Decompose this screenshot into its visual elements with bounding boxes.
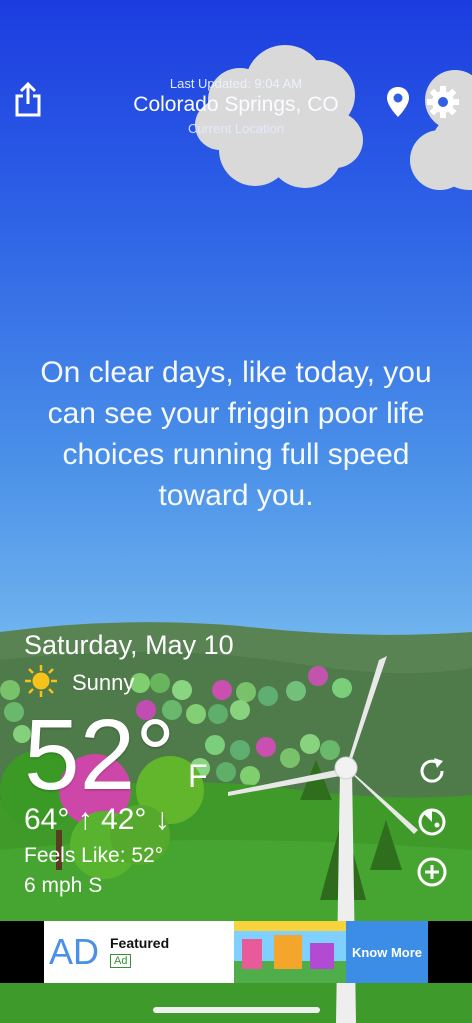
ad-title: Featured: [110, 935, 170, 951]
ad-badge: Ad: [110, 954, 132, 968]
condition-row: Sunny: [24, 664, 135, 703]
plus-circle-icon[interactable]: [416, 856, 448, 893]
temperature-unit[interactable]: F: [188, 758, 208, 795]
high-low-temperature: 64° ↑ 42° ↓: [24, 803, 170, 836]
current-temperature: 52°: [24, 699, 176, 811]
home-indicator[interactable]: [153, 1007, 320, 1013]
gear-icon[interactable]: [426, 85, 460, 124]
share-icon[interactable]: [14, 81, 42, 123]
ad-banner[interactable]: AD Featured Ad Know More: [44, 921, 428, 983]
location-pin-icon[interactable]: [386, 86, 410, 123]
wind-speed: 6 mph S: [24, 874, 103, 897]
current-location-label: Current Location: [187, 121, 285, 136]
refresh-icon[interactable]: [416, 755, 448, 792]
ad-logo: AD: [48, 931, 99, 972]
know-more-button[interactable]: Know More: [346, 921, 428, 983]
radar-icon[interactable]: [416, 806, 448, 843]
forecast-date: Saturday, May 10: [24, 630, 234, 660]
sun-icon: [24, 664, 58, 703]
feels-like: Feels Like: 52°: [24, 844, 164, 867]
weather-quote: On clear days, like today, you can see y…: [40, 356, 432, 512]
condition-label: Sunny: [72, 670, 135, 695]
ad-image[interactable]: [234, 921, 346, 983]
ad-text-block: Featured Ad: [104, 921, 234, 983]
